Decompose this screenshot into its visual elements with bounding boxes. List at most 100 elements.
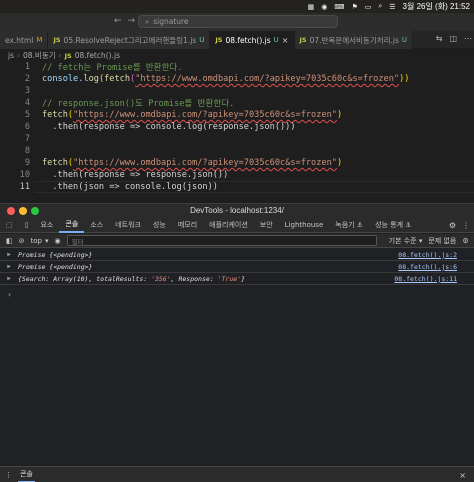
console-output: ▶ Promise {<pending>} 08.fetch().js:2 ▶ … [0,249,474,469]
source-link[interactable]: 08.fetch().js:2 [398,251,457,259]
tab-status: M [36,36,43,44]
gear-icon[interactable]: ⚙ [462,237,468,245]
issues-counter[interactable]: 문제 없음 [428,236,456,246]
source-link[interactable]: 08.fetch().js:11 [394,275,457,283]
console-prompt[interactable]: › [7,290,12,299]
battery-icon[interactable]: ▭ [365,3,372,11]
tab-label: 05.ResolveReject그리고에러핸들링1.js [63,35,197,45]
tab-fetch-js[interactable]: JS 08.fetch().js U × [210,31,295,49]
tab-console[interactable]: 콘솔 [59,218,85,233]
code-comment: // response.json()도 Promise를 반환한다. [42,99,235,109]
code-comment: // fetch는 Promise를 반환한다. [42,63,183,73]
js-file-icon: JS [299,36,307,44]
inspect-icon[interactable]: ⬚ [0,218,19,233]
clear-console-icon[interactable]: ⊘ [19,237,25,245]
tab-resolve-reject[interactable]: JS 05.ResolveReject그리고에러핸들링1.js U [48,31,211,49]
js-file-icon: JS [215,36,223,44]
tab-actions: ⇆ ◫ ⋯ [436,34,472,43]
line-number: 11 [19,182,30,192]
device-toolbar-icon[interactable]: ▯ [19,218,35,233]
line-number: 8 [24,146,30,156]
sidebar-toggle-icon[interactable]: ◧ [6,237,13,245]
tab-status: U [273,36,279,44]
chevron-right-icon: › [17,51,20,60]
tab-network[interactable]: 네트워크 [109,218,147,233]
compare-icon[interactable]: ⇆ [436,34,443,43]
code-line[interactable]: 4 // response.json()도 Promise를 반환한다. [0,97,474,109]
tab-status: U [401,36,408,44]
more-options-icon[interactable]: ⋮ [462,221,470,230]
search-placeholder: signature [153,17,189,26]
more-actions-icon[interactable]: ⋯ [464,34,472,43]
command-search-input[interactable]: ⌕ signature [138,15,338,28]
keyboard-icon[interactable]: ⌨ [334,3,344,11]
editor-tabs: ex.html M JS 05.ResolveReject그리고에러핸들링1.j… [0,31,474,49]
menubar-status-area: ▦ ◉ ⌨ ⚑ ▭ ⌕ ☰ 3월 26일 (화) 21:52 [308,0,470,13]
code-line[interactable]: 3 [0,85,474,97]
line-number: 2 [24,74,30,84]
message-text: {Search: Array(10), totalResults: '356',… [18,274,246,283]
expand-triangle-icon[interactable]: ▶ [0,251,18,258]
tab-application[interactable]: 애플리케이션 [203,218,254,233]
code-text: .then(json => console.log(json)) [42,182,218,192]
tab-ex-html[interactable]: ex.html M [0,31,49,49]
code-line[interactable]: 5 fetch("https://www.omdbapi.com/?apikey… [0,109,474,121]
code-line[interactable]: 8 [0,145,474,157]
source-link[interactable]: 08.fetch().js:6 [398,263,457,271]
tab-performance-insights[interactable]: 성능 통계 ⚓ [369,218,418,233]
tab-elements[interactable]: 요소 [34,218,59,233]
code-line[interactable]: 11 .then(json => console.log(json)) [0,181,474,193]
devtools-settings-area: ⚙ ⋮ [449,218,470,233]
menubar-clock[interactable]: 3월 26일 (화) 21:52 [403,1,470,12]
devtools-window: DevTools - localhost:1234/ ⬚ ▯ 요소 콘솔 소스 … [0,203,474,482]
code-line[interactable]: 7 [0,133,474,145]
search-icon[interactable]: ⌕ [378,2,382,11]
tab-recorder[interactable]: 녹음기 ⚓ [329,218,369,233]
code-line[interactable]: 2 console.log(fetch("https://www.omdbapi… [0,73,474,85]
code-line[interactable]: 9 fetch("https://www.omdbapi.com/?apikey… [0,157,474,169]
message-text: Promise {<pending>} [18,250,93,259]
breadcrumb-item[interactable]: js [8,51,14,60]
flag-icon[interactable]: ⚑ [351,3,357,11]
line-number: 1 [24,62,30,72]
console-message[interactable]: ▶ {Search: Array(10), totalResults: '356… [0,273,474,285]
tab-sources[interactable]: 소스 [84,218,109,233]
code-line[interactable]: 1 // fetch는 Promise를 반환한다. [0,61,474,73]
code-text: console.log(fetch("https://www.omdbapi.c… [42,74,410,84]
code-line[interactable]: 10 .then(response => response.json()) [0,169,474,181]
close-icon[interactable]: × [459,471,466,480]
drawer-tab-console[interactable]: 콘솔 [18,467,35,482]
context-select[interactable]: top ▾ [31,237,49,245]
tab-label: 08.fetch().js [225,35,271,45]
console-message[interactable]: ▶ Promise {<pending>} 08.fetch().js:2 [0,249,474,261]
breadcrumb-item[interactable]: 08.fetch().js [75,51,120,60]
forward-arrow-icon[interactable]: → [128,16,136,26]
eye-icon[interactable]: ◉ [55,237,61,245]
filter-placeholder: 필터 [71,237,84,246]
filter-input[interactable]: 필터 [66,235,377,246]
control-center-icon[interactable]: ☰ [389,3,395,11]
line-number: 5 [24,110,30,120]
menu-extra-icon[interactable]: ▦ [308,3,315,11]
tab-performance[interactable]: 성능 [147,218,172,233]
console-toolbar: ◧ ⊘ top ▾ ◉ 필터 기본 수준 ▾ 문제 없음 ⚙ [0,234,474,248]
expand-triangle-icon[interactable]: ▶ [0,275,18,282]
gear-icon[interactable]: ⚙ [449,221,456,230]
more-tabs-icon[interactable]: ⋮ [5,471,12,479]
message-text: Promise {<pending>} [18,262,93,271]
tab-async-loop[interactable]: JS 07.반복문에서비동기처리.js U [294,31,414,49]
back-arrow-icon[interactable]: ← [114,16,122,26]
close-icon[interactable]: × [282,36,289,45]
log-levels-select[interactable]: 기본 수준 ▾ [389,236,423,246]
code-line[interactable]: 6 .then(response => console.log(response… [0,121,474,133]
wifi-icon[interactable]: ◉ [321,3,327,11]
code-editor[interactable]: 1 // fetch는 Promise를 반환한다. 2 console.log… [0,60,474,193]
split-editor-icon[interactable]: ◫ [449,34,457,43]
expand-triangle-icon[interactable]: ▶ [0,263,18,270]
tab-lighthouse[interactable]: Lighthouse [279,218,330,233]
console-message[interactable]: ▶ Promise {<pending>} 08.fetch().js:6 [0,261,474,273]
chevron-right-icon: › [58,51,62,60]
js-file-icon: JS [53,36,61,44]
tab-memory[interactable]: 메모리 [172,218,203,233]
tab-security[interactable]: 보안 [254,218,279,233]
